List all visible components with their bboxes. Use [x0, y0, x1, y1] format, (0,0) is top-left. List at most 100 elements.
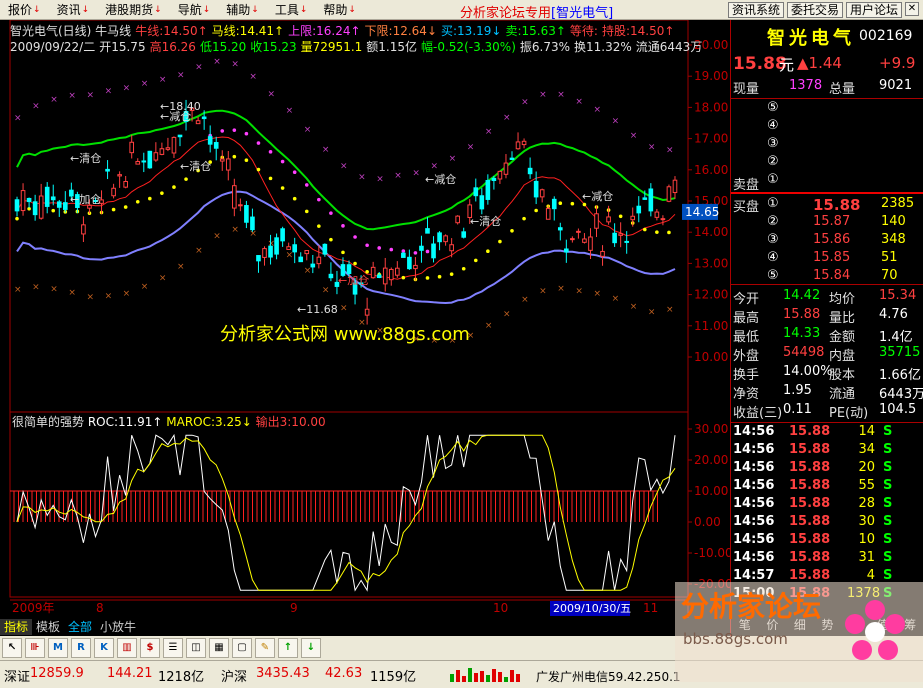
k-line-icon[interactable]: ⊪ — [25, 638, 45, 658]
stat-value: 14.42 — [783, 288, 821, 303]
lower-marker: × — [648, 307, 656, 317]
magenta-dot — [244, 131, 249, 136]
tick-time: 14:56 — [733, 514, 775, 529]
candle-body — [244, 205, 249, 223]
arrow-down-icon[interactable]: ↓ — [301, 638, 321, 658]
candle-body — [388, 268, 394, 281]
candle-body — [557, 227, 563, 231]
menu-item-6[interactable]: 帮助 ↓ — [315, 0, 364, 20]
yellow-dot — [473, 258, 478, 263]
macd-icon[interactable]: M — [48, 638, 68, 658]
candle-body — [225, 158, 231, 171]
tick-price: 15.88 — [789, 460, 831, 475]
kline-chart[interactable]: 20.0019.0018.0017.0016.0015.0014.0013.00… — [0, 19, 733, 618]
tick-time: 14:56 — [733, 550, 775, 565]
stat-row: 外盘 54498 内盘 35715 — [731, 345, 923, 364]
frame-icon[interactable]: ▢ — [232, 638, 252, 658]
info-system-button[interactable]: 资讯系统 — [727, 2, 784, 18]
quote-tab-3[interactable]: 势 — [821, 616, 833, 632]
candle-body — [298, 256, 304, 263]
yellow-dot — [570, 201, 575, 206]
stat-label: 最高 — [733, 311, 760, 326]
order-level: ③ — [767, 232, 779, 247]
stat-row: 收益(三) 0.11 PE(动) 104.5 — [731, 402, 923, 421]
quote-tab-2[interactable]: 细 — [794, 616, 806, 632]
pointer-tool-icon[interactable]: ↖ — [2, 638, 22, 658]
candle-body — [159, 148, 165, 155]
yellow-dot — [232, 154, 237, 159]
upper-marker: × — [575, 97, 583, 107]
signal-jiacang: ←加仓 — [70, 192, 101, 206]
kdj-icon[interactable]: K — [94, 638, 114, 658]
upper-marker: × — [630, 131, 638, 141]
market-bar — [486, 675, 490, 682]
upper-marker: × — [141, 79, 149, 89]
trade-button[interactable]: 委托交易 — [786, 2, 843, 18]
upper-marker: × — [521, 97, 529, 107]
indicator-value: 卖:15.63↑ — [505, 24, 566, 38]
quote-tab-1[interactable]: 价 — [766, 616, 778, 632]
tick-price: 15.88 — [789, 442, 831, 457]
list-icon[interactable]: ☰ — [163, 638, 183, 658]
sell-order-row: ⑤ — [731, 100, 923, 118]
tick-side: S — [883, 478, 893, 493]
magenta-dot — [341, 224, 345, 228]
tab-all[interactable]: 全部 — [64, 619, 96, 635]
candle-body — [479, 195, 485, 210]
sz-label: 深证 — [4, 670, 31, 685]
tab-indicator[interactable]: 指标 — [0, 619, 33, 635]
chart-tab-bar: 指标 模板 全部 小放牛 — [0, 618, 730, 636]
close-icon[interactable]: ✕ — [905, 2, 919, 16]
candle-body — [382, 267, 388, 285]
grid-icon[interactable]: ▦ — [209, 638, 229, 658]
rsi-icon[interactable]: R — [71, 638, 91, 658]
yellow-dot — [111, 207, 116, 212]
yellow-dot — [522, 216, 526, 221]
upper-marker: × — [557, 90, 565, 100]
menu-item-0[interactable]: 报价 ↓ — [0, 0, 49, 20]
candle-body — [636, 205, 642, 214]
menu-item-1[interactable]: 资讯 ↓ — [49, 0, 98, 20]
signal-qingcang: ←清仓 — [70, 151, 101, 165]
candle-body — [14, 199, 20, 212]
chart-area[interactable]: 20.00 19.00 18.00 17.00 16.00 15.00 14.00 13.00… — [0, 19, 733, 618]
vol-icon[interactable]: ▥ — [117, 638, 137, 658]
quote-tab-6[interactable]: 筹 — [904, 616, 916, 632]
dollar-icon[interactable]: $ — [140, 638, 160, 658]
ohlc-value: 换11.32% — [574, 40, 632, 54]
candle-body — [461, 231, 467, 238]
quote-tab-5[interactable]: 值 — [877, 616, 889, 632]
quote-tab-0[interactable]: 笔 — [739, 616, 751, 632]
tab-xiaofangniu[interactable]: 小放牛 — [96, 619, 140, 635]
tick-volume: 14 — [858, 424, 875, 439]
tick-side: S — [883, 460, 893, 475]
menu-item-3[interactable]: 导航 ↓ — [170, 0, 219, 20]
lower-marker: × — [231, 225, 239, 235]
candle-body — [219, 158, 225, 162]
yellow-dot — [510, 229, 514, 233]
yellow-dot — [123, 205, 128, 209]
tab-template[interactable]: 模板 — [32, 619, 64, 635]
pen-icon[interactable]: ✎ — [255, 638, 275, 658]
yellow-dot — [401, 275, 406, 280]
forum-button[interactable]: 用户论坛 — [845, 2, 902, 18]
lower-marker: × — [286, 250, 294, 260]
sell-label-row: 卖盘 — [731, 174, 923, 193]
stat-row: 最高 15.88 量比 4.76 — [731, 307, 923, 326]
upper-marker: × — [105, 86, 113, 96]
stat-label: 流通 — [829, 387, 856, 402]
date-axis-label: 2009年 — [12, 601, 55, 615]
split-icon[interactable]: ◫ — [186, 638, 206, 658]
candle-body — [129, 141, 135, 154]
yellow-dot — [15, 216, 19, 221]
arrow-up-icon[interactable]: ↑ — [278, 638, 298, 658]
candle-body — [286, 246, 291, 250]
candle-body — [666, 186, 672, 202]
menu-item-4[interactable]: 辅助 ↓ — [218, 0, 267, 20]
menu-item-5[interactable]: 工具 ↓ — [267, 0, 316, 20]
sz-amount: 1218亿 — [158, 670, 205, 685]
divider — [731, 98, 923, 99]
quote-tab-4[interactable]: 指 — [849, 616, 861, 632]
candle-body — [431, 243, 436, 259]
menu-item-2[interactable]: 港股期货 ↓ — [97, 0, 170, 20]
